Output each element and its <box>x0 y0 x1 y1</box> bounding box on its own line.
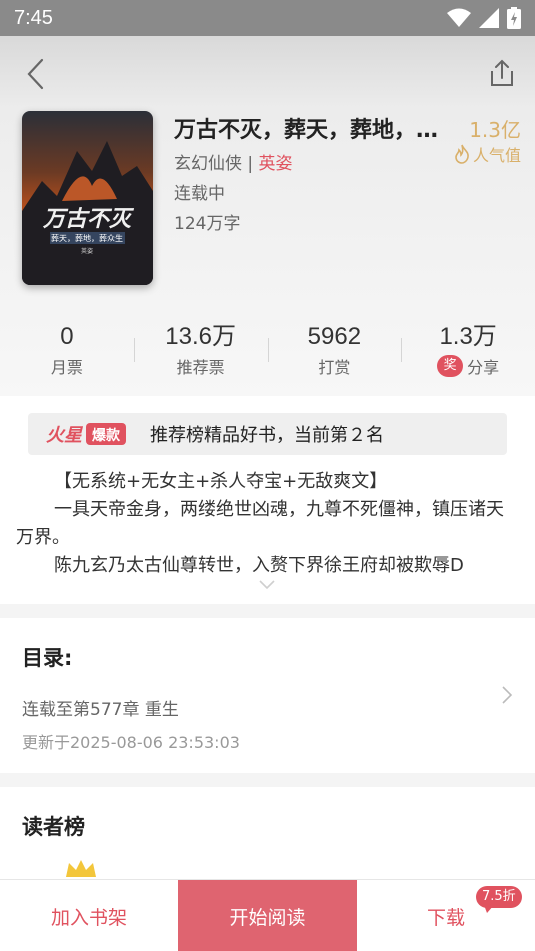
book-cover[interactable]: 万古不灭 葬天，葬地，葬众生 英姿 <box>22 111 153 285</box>
add-to-shelf-button[interactable]: 加入书架 <box>0 880 178 951</box>
flame-icon <box>455 144 469 164</box>
catalog-section[interactable]: 目录: 连载至第577章 重生 更新于2025-08-06 23:53:03 <box>0 618 535 773</box>
rank-text: 推荐榜精品好书，当前第２名 <box>150 425 384 446</box>
crown-icon <box>66 860 96 877</box>
discount-badge: 7.5折 <box>476 886 522 908</box>
catalog-updated-time: 更新于2025-08-06 23:53:03 <box>22 733 240 752</box>
popularity-label: 人气值 <box>472 146 521 165</box>
share-button[interactable] <box>486 58 516 88</box>
catalog-title: 目录: <box>22 646 73 670</box>
book-title: 万古不灭，葬天，葬地，葬众生 <box>174 118 446 143</box>
stat-label: 推荐票 <box>176 358 225 377</box>
award-badge: 奖 <box>437 355 464 377</box>
stat-value: 5962 <box>307 323 362 350</box>
stat-label: 打赏 <box>318 358 351 377</box>
chevron-right-icon[interactable] <box>500 684 514 706</box>
meta-separator: | <box>242 154 259 174</box>
chevron-left-icon <box>27 58 44 90</box>
stat-monthly-votes[interactable]: 0 月票 <box>0 320 134 390</box>
cover-title-art: 万古不灭 <box>42 206 135 232</box>
cover-author: 英姿 <box>81 247 93 255</box>
stats-row: 0 月票 13.6万 推荐票 5962 打赏 1.3万 奖 分享 <box>0 320 535 390</box>
synopsis-line: 【无系统+无女主+杀人夺宝+无敌爽文】 <box>54 471 388 492</box>
status-bar: 7:45 <box>0 0 535 36</box>
stat-label: 分享 <box>467 358 500 377</box>
book-genre[interactable]: 玄幻仙侠 <box>174 154 242 174</box>
synopsis[interactable]: 【无系统+无女主+杀人夺宝+无敌爽文】 一具天帝金身，两缕绝世凶魂，九尊不死僵神… <box>16 468 520 580</box>
back-button[interactable] <box>22 56 52 92</box>
battery-icon <box>507 7 521 29</box>
stat-label: 月票 <box>50 358 83 377</box>
start-reading-button[interactable]: 开始阅读 <box>178 880 357 951</box>
readers-ranking-title: 读者榜 <box>22 815 85 839</box>
popularity-value: 1.3亿 <box>469 118 521 142</box>
discount-badge-tail <box>484 905 494 913</box>
rank-banner[interactable]: 火星 爆款 推荐榜精品好书，当前第２名 <box>28 413 507 455</box>
synopsis-line: 一具天帝金身，两缕绝世凶魂，九尊不死僵神，镇压诸天万界。 <box>16 499 504 548</box>
book-author[interactable]: 英姿 <box>259 154 293 174</box>
stat-tips[interactable]: 5962 打赏 <box>267 320 402 390</box>
book-genre-author: 玄幻仙侠 | 英姿 <box>174 149 293 174</box>
wifi-icon <box>447 8 471 27</box>
popularity-label-group: 人气值 <box>440 142 521 166</box>
cellular-signal-icon <box>479 8 499 28</box>
intro-card: 火星 爆款 推荐榜精品好书，当前第２名 【无系统+无女主+杀人夺宝+无敌爽文】 … <box>0 396 535 604</box>
book-word-count: 124万字 <box>174 214 241 234</box>
status-icons <box>447 7 521 29</box>
share-icon <box>491 59 513 86</box>
stat-value: 13.6万 <box>165 323 236 350</box>
svg-text:爆款: 爆款 <box>92 427 121 444</box>
stat-recommend-votes[interactable]: 13.6万 推荐票 <box>133 320 268 390</box>
book-cover-art: 万古不灭 葬天，葬地，葬众生 英姿 <box>22 111 153 285</box>
catalog-latest-chapter: 连载至第577章 重生 <box>22 700 179 720</box>
cover-subtitle: 葬天，葬地，葬众生 <box>51 233 123 243</box>
book-status: 连载中 <box>174 184 225 204</box>
svg-text:火星: 火星 <box>46 425 84 446</box>
status-time: 7:45 <box>14 6 53 29</box>
stat-value: 0 <box>60 323 74 350</box>
hot-book-logo: 火星 爆款 <box>46 423 126 446</box>
expand-chevron-icon[interactable] <box>258 579 276 591</box>
synopsis-line: 陈九玄乃太古仙尊转世，入赘下界徐王府却被欺辱D <box>54 555 464 576</box>
stat-share[interactable]: 1.3万 奖 分享 <box>401 320 535 390</box>
bottom-action-bar: 加入书架 开始阅读 下载 <box>0 879 535 951</box>
stat-value: 1.3万 <box>439 323 497 350</box>
